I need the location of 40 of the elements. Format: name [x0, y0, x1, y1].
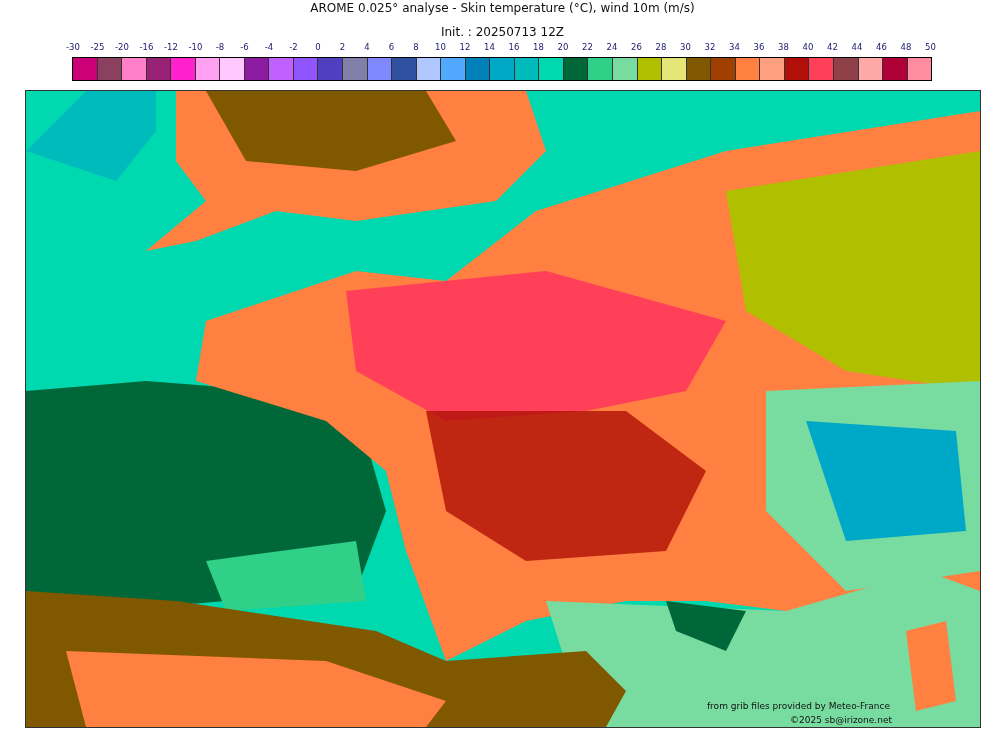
colorbar-tick-label: 16: [507, 42, 521, 54]
colorbar-tick-label: 20: [556, 42, 570, 54]
colorbar-tick-label: -10: [187, 42, 204, 54]
colorbar-tick-label: 38: [777, 42, 790, 54]
chart-title: AROME 0.025° analyse - Skin temperature (°C), wind 10m (m/s): [309, 0, 696, 17]
copyright-notice: ©2025 sb@irizone.net: [790, 715, 892, 725]
colorbar-tick-label: -12: [163, 42, 179, 54]
colorbar-tick-label: 28: [654, 42, 668, 54]
colorbar-tick-label: -30: [65, 42, 81, 54]
colorbar-tick-label: 36: [752, 42, 766, 54]
colorbar-tick-label: 10: [434, 42, 447, 54]
colorbar-tick-label: -6: [239, 42, 250, 54]
colorbar-tick-label: 40: [801, 42, 815, 54]
colorbar-tick-label: 34: [728, 42, 741, 54]
colorbar-tick-label: 6: [387, 42, 396, 54]
colorbar-tick-label: 48: [899, 42, 913, 54]
colorbar-tick-label: 42: [826, 42, 839, 54]
colorbar-tick-label: 8: [412, 42, 420, 54]
colorbar-tick-label: -8: [214, 42, 226, 54]
colorbar-tick-label: -4: [263, 42, 275, 54]
colorbar-tick-label: -25: [89, 42, 106, 54]
colorbar-tick-label: -2: [288, 42, 299, 54]
colorbar-tick-label: -16: [138, 42, 155, 54]
data-source-credit: from grib files provided by Meteo-France: [706, 701, 890, 711]
colorbar-tick-label: 26: [630, 42, 643, 54]
colorbar-tick-label: 50: [924, 42, 937, 54]
colorbar-tick-label: 24: [605, 42, 619, 54]
colorbar-tick-label: 44: [850, 42, 864, 54]
colorbar-tick-label: 14: [483, 42, 496, 54]
colorbar-tick-label: 2: [338, 42, 347, 54]
colorbar-tick-label: 46: [875, 42, 888, 54]
colorbar-tick-label: 4: [363, 42, 371, 54]
colorbar-tick-label: 0: [314, 42, 322, 54]
colorbar-tick-label: 32: [703, 42, 717, 54]
colorbar-tick-label: 18: [532, 42, 545, 54]
init-time: Init. : 20250713 12Z: [439, 25, 566, 40]
colorbar-tick-label: 30: [679, 42, 692, 54]
colorbar-tick-label: -20: [114, 42, 130, 54]
colorbar-tick-label: 22: [581, 42, 594, 54]
colorbar-tick-label: 12: [458, 42, 472, 54]
